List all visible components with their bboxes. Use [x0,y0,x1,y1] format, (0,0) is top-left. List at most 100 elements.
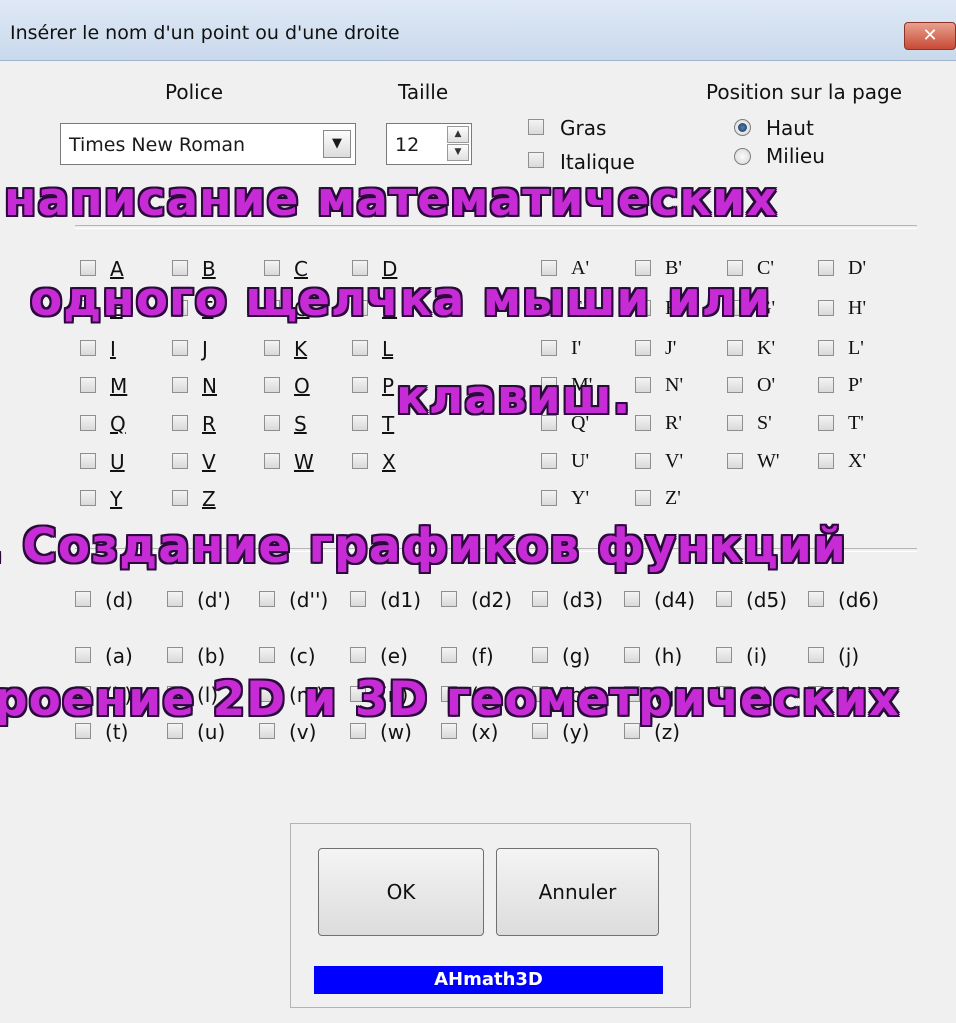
line-d-3-checkbox[interactable] [350,591,366,607]
point-d-prime-label: D' [848,257,867,279]
italic-checkbox[interactable] [528,152,544,168]
line-h-checkbox[interactable] [624,647,640,663]
point-x-prime-checkbox[interactable] [818,453,834,469]
point-p-label: P [382,374,395,398]
window-title: Insérer le nom d'un point ou d'une droit… [10,22,400,44]
point-s-prime-checkbox[interactable] [727,415,743,431]
point-i-prime-checkbox[interactable] [541,340,557,356]
point-q-label: Q [110,412,126,436]
close-icon: ✕ [922,25,938,46]
point-v-prime-checkbox[interactable] [635,453,651,469]
point-j-checkbox[interactable] [172,340,188,356]
point-u-checkbox[interactable] [80,453,96,469]
point-q-checkbox[interactable] [80,415,96,431]
point-r-checkbox[interactable] [172,415,188,431]
point-n-prime-label: N' [665,374,684,396]
close-button[interactable]: ✕ [904,22,956,50]
point-l-label: L [382,337,394,361]
point-j-label: J [202,337,208,361]
line-c-label: (c) [289,644,316,668]
point-w-prime-label: W' [757,450,780,472]
line-g-label: (g) [562,644,591,668]
line-d-6-checkbox[interactable] [624,591,640,607]
line-j-checkbox[interactable] [808,647,824,663]
ok-button[interactable]: OK [318,848,484,936]
point-p-prime-checkbox[interactable] [818,377,834,393]
point-i-prime-label: I' [571,337,582,359]
font-select-value: Times New Roman [69,134,246,156]
point-v-checkbox[interactable] [172,453,188,469]
point-k-prime-checkbox[interactable] [727,340,743,356]
bold-checkbox[interactable] [528,119,544,135]
overlay-text-5: роение 2D и 3D геометрических [0,672,900,727]
point-o-prime-checkbox[interactable] [727,377,743,393]
point-y-prime-checkbox[interactable] [541,490,557,506]
line-f-label: (f) [471,644,494,668]
line-d-5-label: (d3) [562,588,604,612]
point-n-checkbox[interactable] [172,377,188,393]
point-s-checkbox[interactable] [264,415,280,431]
point-t-checkbox[interactable] [352,415,368,431]
title-bar: Insérer le nom d'un point ou d'une droit… [0,0,956,61]
size-stepper[interactable]: 12 ▲ ▼ [386,123,472,165]
line-i-checkbox[interactable] [716,647,732,663]
point-o-label: O [294,374,310,398]
position-radio-top[interactable] [734,119,751,136]
chevron-down-icon[interactable]: ▼ [323,130,351,158]
point-d-prime-checkbox[interactable] [818,260,834,276]
point-z-checkbox[interactable] [172,490,188,506]
point-z-prime-checkbox[interactable] [635,490,651,506]
overlay-text-4: . Создание графиков функций [0,519,847,574]
line-d-7-checkbox[interactable] [716,591,732,607]
cancel-button[interactable]: Annuler [496,848,659,936]
point-i-checkbox[interactable] [80,340,96,356]
point-r-prime-checkbox[interactable] [635,415,651,431]
line-d-8-label: (d6) [838,588,880,612]
point-u-label: U [110,450,125,474]
line-g-checkbox[interactable] [532,647,548,663]
point-u-prime-checkbox[interactable] [541,453,557,469]
position-radio-middle[interactable] [734,148,751,165]
stepper-up-icon[interactable]: ▲ [447,126,469,143]
point-l-prime-checkbox[interactable] [818,340,834,356]
position-middle-label: Milieu [766,144,825,168]
point-p-checkbox[interactable] [352,377,368,393]
point-j-prime-checkbox[interactable] [635,340,651,356]
line-d-4-checkbox[interactable] [441,591,457,607]
line-b-checkbox[interactable] [167,647,183,663]
point-l-checkbox[interactable] [352,340,368,356]
point-w-checkbox[interactable] [264,453,280,469]
point-m-checkbox[interactable] [80,377,96,393]
stepper-down-icon[interactable]: ▼ [447,144,469,161]
bold-label: Gras [560,116,607,140]
size-value: 12 [395,134,420,156]
point-t-prime-checkbox[interactable] [818,415,834,431]
line-d-2-checkbox[interactable] [259,591,275,607]
line-c-checkbox[interactable] [259,647,275,663]
line-f-checkbox[interactable] [441,647,457,663]
line-d-0-checkbox[interactable] [75,591,91,607]
point-h-prime-checkbox[interactable] [818,300,834,316]
point-o-prime-label: O' [757,374,776,396]
line-d-2-label: (d'') [289,588,329,612]
line-d-5-checkbox[interactable] [532,591,548,607]
line-j-label: (j) [838,644,860,668]
point-y-checkbox[interactable] [80,490,96,506]
point-o-checkbox[interactable] [264,377,280,393]
font-select[interactable]: Times New Roman ▼ [60,123,356,165]
point-n-prime-checkbox[interactable] [635,377,651,393]
line-a-checkbox[interactable] [75,647,91,663]
line-d-7-label: (d5) [746,588,788,612]
point-w-prime-checkbox[interactable] [727,453,743,469]
line-d-8-checkbox[interactable] [808,591,824,607]
line-d-1-checkbox[interactable] [167,591,183,607]
point-k-label: K [294,337,308,361]
line-a-label: (a) [105,644,133,668]
point-u-prime-label: U' [571,450,590,472]
line-e-checkbox[interactable] [350,647,366,663]
size-label: Taille [398,80,449,104]
point-x-checkbox[interactable] [352,453,368,469]
italic-label: Italique [560,150,635,174]
point-p-prime-label: P' [848,374,863,396]
point-k-checkbox[interactable] [264,340,280,356]
